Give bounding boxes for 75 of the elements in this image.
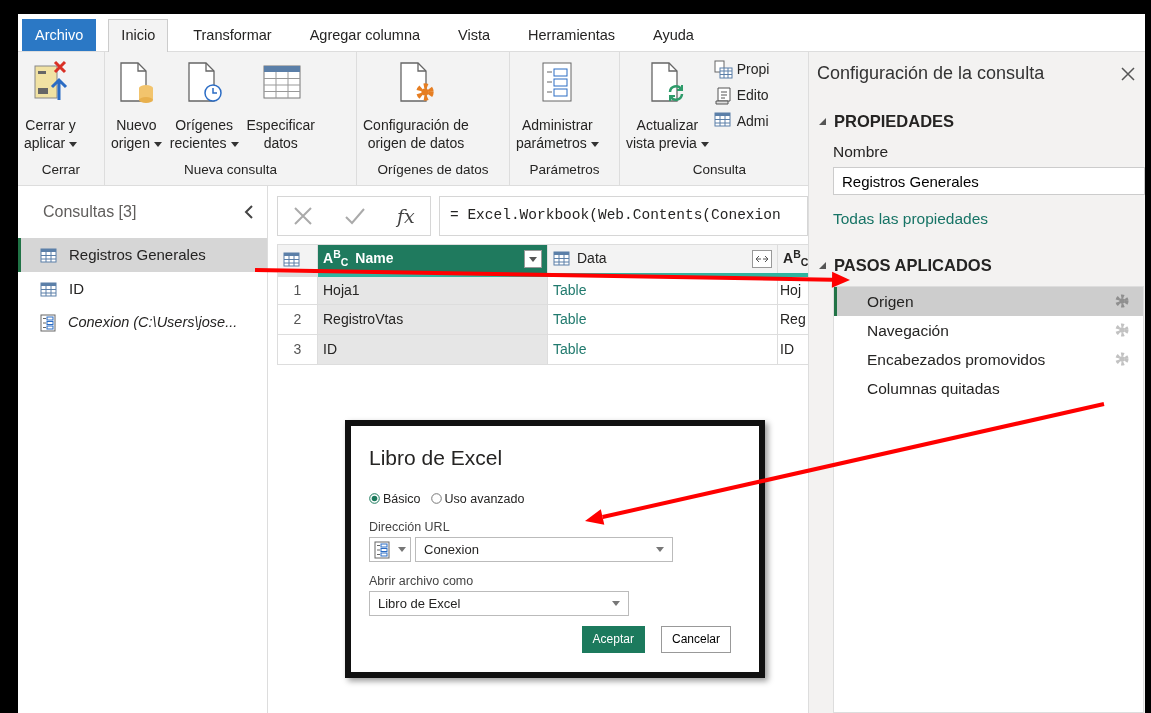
- parameter-icon: [374, 540, 390, 559]
- group-label: Parámetros: [528, 160, 601, 179]
- row-number: 2: [277, 304, 318, 335]
- collapse-triangle-icon: [819, 261, 826, 269]
- name-field[interactable]: Registros Generales: [833, 167, 1145, 195]
- caret-icon: [612, 600, 620, 606]
- ribbon-button[interactable]: Cerrar y aplicar: [21, 58, 81, 154]
- expand-icon[interactable]: [752, 249, 772, 268]
- step-item[interactable]: Navegación: [834, 315, 1143, 345]
- check-icon: [344, 206, 367, 226]
- properties-link[interactable]: Todas las propiedades: [833, 207, 989, 231]
- group-label: Cerrar: [40, 160, 82, 179]
- type-dropdown[interactable]: [369, 537, 411, 562]
- group-label: Orígenes de datos: [376, 160, 490, 179]
- properties-icon: [713, 60, 733, 79]
- ribbon-button[interactable]: Actualizar vista previa: [623, 58, 712, 154]
- parameter-icon: [40, 314, 56, 332]
- column-header[interactable]: Data: [547, 244, 778, 275]
- table-cell: ID: [317, 334, 548, 365]
- table-icon: [40, 247, 57, 263]
- pane-title: Consultas [3]: [43, 202, 137, 222]
- close-icon[interactable]: [1121, 66, 1135, 81]
- query-item[interactable]: ID: [18, 272, 267, 306]
- table-icon: [40, 281, 57, 297]
- url-dropdown[interactable]: Conexion: [415, 537, 673, 562]
- radio-option[interactable]: Básico: [369, 489, 421, 509]
- ribbon-button[interactable]: Edito: [713, 84, 770, 107]
- row-number: 1: [277, 274, 318, 305]
- column-name: Name: [355, 249, 395, 269]
- ribbon-button[interactable]: Especificar datos: [243, 58, 318, 154]
- step-item[interactable]: Columnas quitadas: [834, 373, 1143, 403]
- dialog-title: Libro de Excel: [369, 445, 504, 471]
- ribbon-button[interactable]: Configuración de origen de datos: [360, 58, 472, 154]
- function-label[interactable]: fx: [396, 201, 415, 231]
- ribbon-button[interactable]: Orígenes recientes: [166, 58, 242, 154]
- step-item[interactable]: Origen: [834, 286, 1143, 316]
- query-item[interactable]: Registros Generales: [18, 238, 267, 272]
- collapse-icon[interactable]: [244, 205, 253, 219]
- caret-icon: [656, 547, 664, 552]
- step-item[interactable]: Encabezados promovidos: [834, 344, 1143, 374]
- column-header[interactable]: A$^{B}$$_{C}$ Name: [317, 244, 548, 275]
- script-icon: [713, 86, 733, 105]
- ribbon-button[interactable]: Propi: [713, 58, 770, 81]
- caret-icon: [398, 547, 406, 552]
- table-link[interactable]: Table: [547, 304, 778, 335]
- group-label: Consulta: [691, 160, 748, 179]
- column-name: Data: [577, 249, 608, 269]
- ribbon-button[interactable]: Nuevo origen: [108, 58, 165, 154]
- row-number: 3: [277, 334, 318, 365]
- table-icon: [553, 251, 570, 267]
- radio-option[interactable]: Uso avanzado: [430, 489, 525, 509]
- ribbon-button[interactable]: Admi: [713, 110, 770, 133]
- formula-field[interactable]: = Excel.Workbook(Web.Contents(Conexion: [439, 196, 808, 236]
- filter-dropdown-icon[interactable]: [524, 249, 542, 268]
- panel-title: Configuración de la consulta: [817, 62, 1045, 85]
- collapse-triangle-icon: [819, 117, 826, 125]
- section-heading: PASOS APLICADOS: [834, 255, 992, 276]
- file-tab[interactable]: Archivo: [22, 19, 97, 51]
- section-heading: PROPIEDADES: [834, 111, 955, 132]
- group-label: Nueva consulta: [182, 160, 279, 179]
- table-link[interactable]: Table: [547, 334, 778, 365]
- field-label: Nombre: [833, 141, 890, 162]
- ribbon-button[interactable]: Administrar parámetros: [513, 58, 602, 154]
- radio-circle-icon: [430, 493, 442, 505]
- ribbon-tab[interactable]: Inicio: [108, 19, 169, 52]
- cancel-button[interactable]: Cancelar: [660, 625, 731, 653]
- radio-circle-icon: [369, 493, 380, 505]
- accept-button[interactable]: Aceptar: [581, 625, 645, 653]
- table-cell: RegistroVtas: [317, 304, 548, 335]
- file-type-dropdown[interactable]: Libro de Excel: [369, 590, 629, 616]
- field-label: Dirección URL: [369, 519, 451, 537]
- query-item[interactable]: Conexion (C:\Users\jose...: [18, 306, 267, 340]
- cancel-icon: [293, 206, 314, 226]
- field-label: Abrir archivo como: [369, 573, 475, 590]
- table-icon: [283, 252, 300, 268]
